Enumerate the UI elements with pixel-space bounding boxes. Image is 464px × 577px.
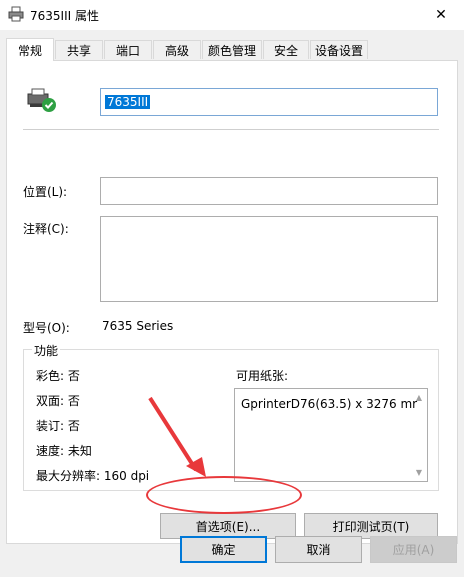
tab-ports[interactable]: 端口 (104, 40, 152, 59)
tab-device-settings[interactable]: 设备设置 (310, 40, 368, 59)
location-input[interactable] (100, 177, 438, 205)
printer-name-text: 7635III (105, 95, 151, 109)
scroll-down-icon[interactable]: ▼ (413, 468, 425, 477)
tab-security[interactable]: 安全 (263, 40, 309, 59)
location-label: 位置(L): (23, 185, 68, 199)
list-item[interactable]: GprinterD76(63.5) x 3276 mr (241, 397, 417, 411)
window-title: 7635III 属性 (30, 9, 99, 23)
general-panel: 7635III 位置(L): 注释(C): 型号(O): 7635 Series… (6, 60, 458, 544)
close-button[interactable]: ✕ (418, 0, 464, 30)
cancel-button[interactable]: 取消 (275, 536, 362, 563)
printer-name-input[interactable]: 7635III (100, 88, 438, 116)
printer-ready-icon (27, 88, 56, 112)
paper-list[interactable]: GprinterD76(63.5) x 3276 mr ▲ ▼ (234, 388, 428, 482)
printer-icon (8, 6, 24, 22)
feature-color: 彩色: 否 (36, 369, 80, 383)
tab-general[interactable]: 常规 (6, 38, 54, 61)
tab-color-management[interactable]: 颜色管理 (202, 40, 262, 59)
tab-advanced[interactable]: 高级 (153, 40, 201, 59)
features-title: 功能 (32, 342, 61, 359)
feature-staple: 装订: 否 (36, 419, 80, 433)
feature-duplex: 双面: 否 (36, 394, 80, 408)
feature-max-resolution: 最大分辨率: 160 dpi (36, 469, 150, 483)
apply-button[interactable]: 应用(A) (370, 536, 457, 563)
scroll-up-icon[interactable]: ▲ (413, 393, 425, 402)
comment-label: 注释(C): (23, 222, 69, 236)
feature-speed: 速度: 未知 (36, 444, 92, 458)
ok-button[interactable]: 确定 (180, 536, 267, 563)
paper-label: 可用纸张: (236, 369, 289, 383)
model-value: 7635 Series (102, 319, 174, 333)
features-group: 功能 彩色: 否 双面: 否 装订: 否 速度: 未知 最大分辨率: 160 d… (23, 342, 439, 491)
tab-sharing[interactable]: 共享 (55, 40, 103, 59)
close-icon: ✕ (435, 7, 447, 23)
model-label: 型号(O): (23, 321, 70, 335)
dialog-client: 常规 共享 端口 高级 颜色管理 安全 设备设置 7635III 位置(L): … (0, 30, 464, 577)
comment-textarea[interactable] (100, 216, 438, 302)
separator (23, 129, 439, 130)
title-bar: 7635III 属性 ✕ (0, 0, 464, 30)
